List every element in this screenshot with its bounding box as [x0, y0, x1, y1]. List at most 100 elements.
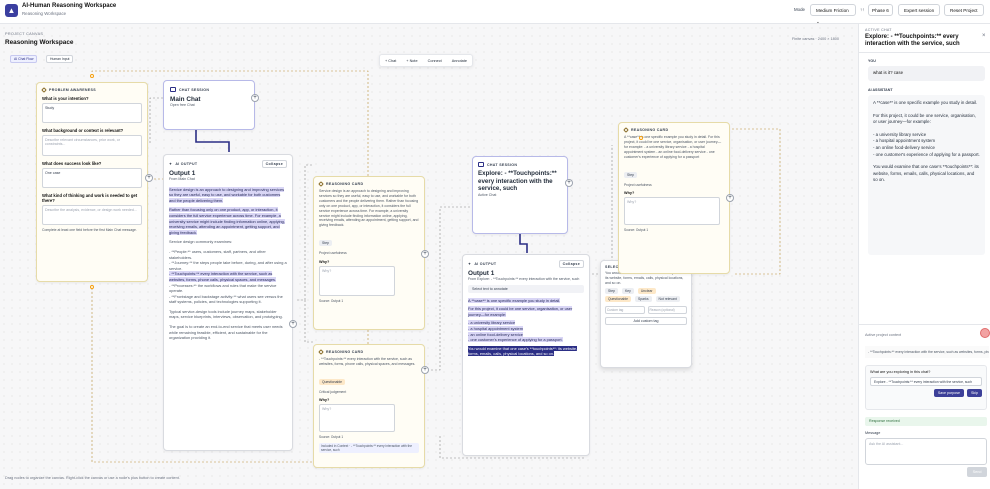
connector-card2	[304, 300, 313, 343]
output1-header-text: AI OUTPUT	[175, 162, 198, 166]
diamond-icon	[318, 181, 324, 187]
tag-option[interactable]: Not relevant	[655, 296, 680, 303]
thinking-field[interactable]: Describe the analysis, evidence, or desi…	[42, 205, 142, 225]
output1-bullet: - **Journey:** the steps people take bef…	[169, 260, 287, 271]
reasoning-card[interactable]: REASONING CARD A **case** is one specifi…	[618, 122, 730, 274]
why-field[interactable]: Why?	[624, 197, 720, 226]
explore-chat-card[interactable]: CHAT SESSION Explore: - **Touchpoints:**…	[472, 156, 568, 234]
tag-step[interactable]: Step	[319, 240, 332, 247]
why-field[interactable]: Why?	[319, 265, 395, 296]
output1-para: Typical service-design tools include jou…	[169, 308, 283, 320]
tag-list: Step Key Unclear Questionable Sparks Not…	[605, 288, 687, 303]
add-custom-tag-button[interactable]: Add custom tag	[605, 317, 687, 326]
problem-awareness-card[interactable]: PROBLEM AWARENESS What is your intention…	[36, 82, 148, 282]
add-node-plus-icon[interactable]: +	[421, 366, 429, 374]
add-node-plus-icon[interactable]: +	[145, 174, 153, 182]
reset-project-button[interactable]: Reset Project	[944, 4, 984, 16]
close-icon[interactable]: ×	[982, 33, 986, 39]
output-right-para[interactable]: For this project, it could be one servic…	[468, 306, 584, 317]
output1-bullet[interactable]: - **Touchpoints:** every interaction wit…	[169, 271, 287, 282]
highlighted-text[interactable]: - **Touchpoints:** every interaction wit…	[169, 271, 277, 282]
ai-message-list-item: - one customer's experience of applying …	[873, 151, 980, 157]
tag-option[interactable]: Key	[621, 288, 634, 295]
status-indicator-icon[interactable]	[980, 328, 990, 338]
selected-text-popup[interactable]: SELECTED TEXTClose You would examine tha…	[600, 260, 692, 368]
add-node-plus-icon[interactable]: +	[565, 179, 573, 187]
connector-chat-output	[195, 129, 230, 152]
expert-session-button[interactable]: Expert session	[898, 4, 941, 16]
app-logo-icon: ▲	[5, 4, 18, 17]
highlighted-text[interactable]: - a university library service	[468, 320, 516, 326]
main-chat-header: CHAT SESSION	[170, 87, 248, 92]
highlighted-text[interactable]: - a hospital appointment system	[468, 325, 523, 331]
add-node-plus-icon[interactable]: +	[421, 250, 429, 258]
tag-option[interactable]: Sparks	[634, 296, 652, 303]
output1-para[interactable]: Rather than focusing only on one product…	[169, 207, 287, 235]
port-dot[interactable]	[90, 74, 94, 78]
tag-step[interactable]: Step	[624, 171, 637, 178]
port-dot[interactable]	[90, 285, 94, 289]
reasoning-header-text: REASONING CARD	[326, 182, 364, 186]
ai-output-card[interactable]: ✦ AI OUTPUT Collapse Output 1 From Main Ch…	[163, 154, 293, 451]
tag-questionable[interactable]: Questionable	[319, 378, 345, 385]
output1-bullet: - **Processes:** the workflows and rules…	[169, 282, 277, 294]
send-button[interactable]: Send	[967, 467, 987, 477]
reasoning-source: Source: Output 1	[624, 228, 649, 233]
why-field[interactable]: Why?	[319, 404, 395, 433]
highlighted-text[interactable]: Rather than focusing only on one product…	[169, 207, 285, 235]
main-chat-card[interactable]: CHAT SESSION Main Chat Open free Chat	[163, 80, 255, 130]
diamond-icon	[318, 349, 324, 355]
divider	[859, 324, 990, 325]
mode-select[interactable]: Medium Friction ⌄	[810, 4, 856, 24]
context-label: Active project context	[865, 333, 902, 337]
tag-option[interactable]: Unclear	[637, 288, 656, 295]
project-canvas[interactable]: PROJECT CANVAS Reasoning Workspace Finit…	[0, 24, 858, 489]
output-right-para[interactable]: You would examine that one case's **touc…	[468, 345, 584, 357]
app-subtitle: Reasoning Workspace	[22, 11, 67, 16]
divider	[859, 52, 990, 53]
diamond-icon	[41, 87, 47, 93]
port-dot[interactable]	[639, 136, 643, 140]
reasoning-header-text: REASONING CARD	[631, 128, 669, 132]
reasoning-card[interactable]: REASONING CARD Service design is an appr…	[313, 176, 425, 330]
selected-text-highlight[interactable]: You would examine that one case's **touc…	[468, 345, 578, 357]
collapse-button[interactable]: Collapse	[558, 260, 584, 268]
active-chat-title: Explore: - **Touchpoints:** every intera…	[865, 34, 960, 48]
highlighted-text[interactable]: - one customer's experience of applying …	[468, 337, 563, 343]
tag-option[interactable]: Step	[605, 288, 618, 295]
explore-purpose-input[interactable]: Explore - **Touchpoints:** every interac…	[870, 377, 982, 386]
sparkle-icon: ✦	[169, 162, 173, 166]
skip-button[interactable]: Skip	[967, 389, 982, 397]
highlighted-text[interactable]: For this project, it could be one servic…	[468, 306, 573, 317]
custom-tag-input[interactable]: Custom tag	[605, 306, 645, 315]
user-message: what is it? case	[868, 66, 985, 81]
phase-badge[interactable]: Phase 6	[868, 4, 893, 16]
collapse-button[interactable]: Collapse	[261, 160, 287, 168]
canvas-footer-hint: Drag nodes to organize the canvas. Right…	[5, 476, 180, 480]
output-right-list[interactable]: - one customer's experience of applying …	[468, 337, 584, 343]
ai-output-card[interactable]: ✦ AI OUTPUT Collapse Output 1 From Explore…	[462, 254, 590, 456]
reason-input[interactable]: Reason (optional)	[647, 306, 687, 315]
highlighted-text[interactable]: A **case** is one specific example you s…	[468, 297, 561, 303]
add-node-plus-icon[interactable]: +	[251, 94, 259, 102]
tag-option[interactable]: Questionable	[605, 296, 631, 303]
add-node-plus-icon[interactable]: +	[289, 320, 297, 328]
add-node-plus-icon[interactable]: +	[726, 194, 734, 202]
output-right-para[interactable]: A **case** is one specific example you s…	[468, 297, 584, 304]
background-field[interactable]: Describe relevant circumstances, prior w…	[42, 135, 142, 156]
message-input[interactable]: Ask the AI assistant...	[865, 438, 987, 465]
intention-field[interactable]: Study	[42, 103, 142, 123]
select-text-hint: Select text to annotate	[468, 284, 584, 293]
output1-para[interactable]: Service design is an approach to designi…	[169, 186, 287, 204]
connector-chat-left	[149, 97, 163, 144]
success-field[interactable]: One case	[42, 168, 142, 188]
save-purpose-button[interactable]: Save purpose	[933, 389, 964, 397]
reasoning-source: Source: Output 1	[319, 435, 344, 440]
highlighted-text[interactable]: - an online food-delivery service	[468, 331, 523, 337]
main-chat-title: Main Chat	[170, 96, 201, 103]
why-label: Why?	[319, 259, 330, 264]
reasoning-card[interactable]: REASONING CARD - **Touchpoints:** every …	[313, 344, 425, 468]
reasoning-card-sub: Critical judgement	[319, 389, 347, 394]
output-right-header-text: AI OUTPUT	[474, 262, 497, 266]
highlighted-text[interactable]: Service design is an approach to designi…	[169, 186, 285, 203]
